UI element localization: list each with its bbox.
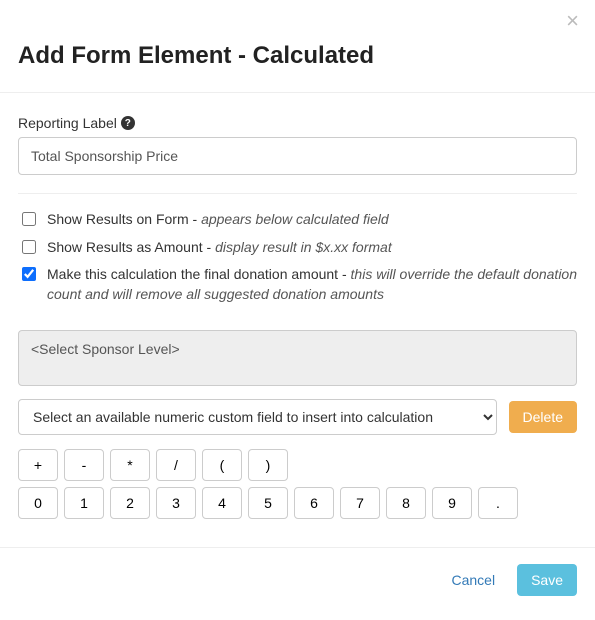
show-amount-checkbox[interactable]: [22, 240, 36, 254]
keypad-op--[interactable]: -: [64, 449, 104, 481]
final-donation-label: Make this calculation the final donation…: [47, 266, 338, 282]
keypad-num-0[interactable]: 0: [18, 487, 58, 519]
keypad-num-8[interactable]: 8: [386, 487, 426, 519]
final-donation-checkbox[interactable]: [22, 267, 36, 281]
keypad-num-7[interactable]: 7: [340, 487, 380, 519]
option-final-donation: Make this calculation the final donation…: [18, 265, 577, 304]
cancel-button[interactable]: Cancel: [437, 564, 509, 596]
divider: [0, 92, 595, 93]
show-results-label: Show Results on Form: [47, 211, 189, 227]
keypad-num-5[interactable]: 5: [248, 487, 288, 519]
divider: [18, 193, 577, 194]
keypad-op-)[interactable]: ): [248, 449, 288, 481]
show-results-hint: appears below calculated field: [201, 211, 389, 227]
modal-title: Add Form Element - Calculated: [18, 42, 577, 70]
keypad-num-4[interactable]: 4: [202, 487, 242, 519]
keypad: +-*/() 0123456789.: [18, 449, 577, 519]
divider: [0, 547, 595, 548]
reporting-label-input[interactable]: [18, 137, 577, 175]
keypad-op-([interactable]: (: [202, 449, 242, 481]
keypad-num-3[interactable]: 3: [156, 487, 196, 519]
show-results-checkbox[interactable]: [22, 212, 36, 226]
keypad-num-2[interactable]: 2: [110, 487, 150, 519]
help-icon[interactable]: ?: [121, 116, 135, 130]
numeric-field-select[interactable]: Select an available numeric custom field…: [18, 399, 497, 435]
keypad-op-/[interactable]: /: [156, 449, 196, 481]
keypad-num-1[interactable]: 1: [64, 487, 104, 519]
save-button[interactable]: Save: [517, 564, 577, 596]
option-show-amount: Show Results as Amount - display result …: [18, 238, 577, 258]
keypad-num-dot[interactable]: .: [478, 487, 518, 519]
delete-button[interactable]: Delete: [509, 401, 577, 433]
expression-textarea[interactable]: <Select Sponsor Level>: [18, 330, 577, 386]
field-insert-row: Select an available numeric custom field…: [18, 399, 577, 435]
show-amount-hint: display result in $x.xx format: [215, 239, 392, 255]
close-icon[interactable]: ×: [566, 10, 579, 32]
option-show-results: Show Results on Form - appears below cal…: [18, 210, 577, 230]
keypad-op-*[interactable]: *: [110, 449, 150, 481]
reporting-label-text: Reporting Label: [18, 115, 117, 131]
keypad-op-+[interactable]: +: [18, 449, 58, 481]
reporting-label-row: Reporting Label ?: [18, 115, 577, 131]
keypad-num-6[interactable]: 6: [294, 487, 334, 519]
keypad-num-9[interactable]: 9: [432, 487, 472, 519]
modal-footer: Cancel Save: [18, 564, 577, 596]
show-amount-label: Show Results as Amount: [47, 239, 203, 255]
